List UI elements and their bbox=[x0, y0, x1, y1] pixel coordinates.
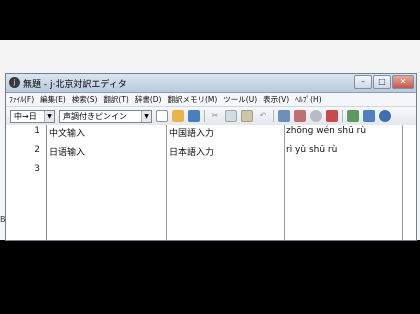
column-divider bbox=[166, 125, 167, 240]
close-icon[interactable]: ✕ bbox=[392, 75, 414, 89]
row-number[interactable]: 1 bbox=[6, 126, 40, 136]
menu-translation-memory[interactable]: 翻訳メモリ(M) bbox=[167, 94, 217, 105]
menu-bar: ﾌｧｲﾙ(F) 編集(E) 検索(S) 翻訳(T) 辞書(D) 翻訳メモリ(M)… bbox=[6, 93, 416, 107]
menu-translate[interactable]: 翻訳(T) bbox=[103, 94, 128, 105]
minimize-icon[interactable]: – bbox=[354, 75, 372, 89]
open-folder-icon[interactable] bbox=[172, 110, 184, 122]
save-icon[interactable] bbox=[188, 110, 200, 122]
column-divider bbox=[284, 125, 285, 240]
check-icon[interactable] bbox=[326, 110, 338, 122]
copy-icon[interactable] bbox=[225, 110, 237, 122]
chevron-down-icon: ▼ bbox=[141, 110, 151, 122]
maximize-icon[interactable]: □ bbox=[373, 75, 391, 89]
direction-select-value: 中→日 bbox=[14, 111, 37, 121]
window-controls: – □ ✕ bbox=[353, 75, 414, 89]
paste-icon[interactable] bbox=[241, 110, 253, 122]
menu-tools[interactable]: ツール(U) bbox=[223, 94, 257, 105]
translate-icon[interactable] bbox=[278, 110, 290, 122]
row-number[interactable]: 2 bbox=[6, 145, 40, 155]
toolbar: 中→日 ▼ 声調付きピンイン ▼ ✂ ↶ bbox=[6, 107, 416, 126]
speaker-icon[interactable] bbox=[379, 110, 391, 122]
editor-window: j 無題 - j·北京対訳エディタ – □ ✕ ﾌｧｲﾙ(F) 編集(E) 検索… bbox=[5, 73, 417, 241]
chevron-down-icon: ▼ bbox=[44, 110, 54, 122]
undo-icon[interactable]: ↶ bbox=[257, 110, 269, 122]
toolbar-separator bbox=[204, 110, 205, 122]
memory-icon[interactable] bbox=[347, 110, 359, 122]
toolbar-separator bbox=[273, 110, 274, 122]
reading-select[interactable]: 声調付きピンイン ▼ bbox=[59, 109, 152, 123]
menu-file[interactable]: ﾌｧｲﾙ(F) bbox=[9, 94, 34, 105]
row-number-column: 1 2 3 bbox=[6, 125, 47, 240]
menu-dictionary[interactable]: 辞書(D) bbox=[135, 94, 162, 105]
reading-select-value: 声調付きピンイン bbox=[63, 111, 127, 121]
compare-icon[interactable] bbox=[363, 110, 375, 122]
direction-select[interactable]: 中→日 ▼ bbox=[10, 109, 55, 123]
menu-view[interactable]: 表示(V) bbox=[263, 94, 289, 105]
column-divider bbox=[402, 125, 403, 240]
toolbar-separator bbox=[342, 110, 343, 122]
dictionary-icon[interactable] bbox=[294, 110, 306, 122]
title-bar[interactable]: j 無題 - j·北京対訳エディタ – □ ✕ bbox=[6, 74, 416, 93]
row-number[interactable]: 3 bbox=[6, 164, 40, 174]
pinyin-cell[interactable]: zhōng wén shū rù bbox=[286, 126, 366, 136]
settings-icon[interactable] bbox=[310, 110, 322, 122]
menu-edit[interactable]: 編集(E) bbox=[40, 94, 66, 105]
cut-icon[interactable]: ✂ bbox=[209, 110, 221, 122]
app-icon[interactable]: j bbox=[9, 77, 20, 88]
new-document-icon[interactable] bbox=[156, 110, 168, 122]
japanese-cell[interactable]: 日本語入力 bbox=[169, 145, 214, 158]
menu-search[interactable]: 検索(S) bbox=[72, 94, 98, 105]
translation-grid: 1 2 3 中文输入 中国語入力 zhōng wén shū rù 日语输入 日… bbox=[6, 125, 416, 240]
chinese-cell[interactable]: 中文输入 bbox=[49, 126, 85, 139]
pinyin-cell[interactable]: rì yǔ shū rù bbox=[286, 145, 337, 155]
chinese-cell[interactable]: 日语输入 bbox=[49, 145, 85, 158]
menu-help[interactable]: ﾍﾙﾌﾟ(H) bbox=[295, 94, 322, 105]
japanese-cell[interactable]: 中国語入力 bbox=[169, 126, 214, 139]
window-title: 無題 - j·北京対訳エディタ bbox=[23, 80, 127, 90]
